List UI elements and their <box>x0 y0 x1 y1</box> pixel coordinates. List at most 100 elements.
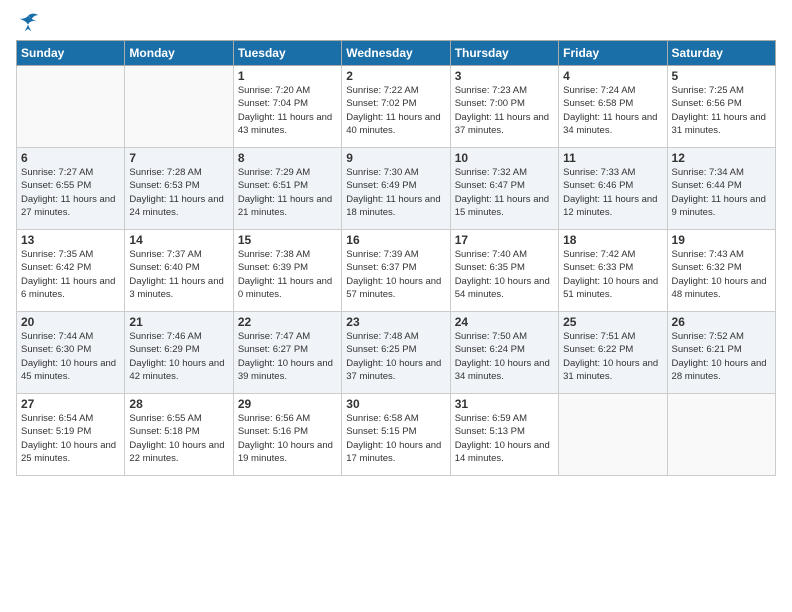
day-info: Sunrise: 7:29 AM Sunset: 6:51 PM Dayligh… <box>238 166 337 219</box>
calendar-cell: 6Sunrise: 7:27 AM Sunset: 6:55 PM Daylig… <box>17 148 125 230</box>
day-info: Sunrise: 7:40 AM Sunset: 6:35 PM Dayligh… <box>455 248 554 301</box>
calendar-cell: 23Sunrise: 7:48 AM Sunset: 6:25 PM Dayli… <box>342 312 450 394</box>
day-number: 23 <box>346 315 445 329</box>
calendar-cell: 13Sunrise: 7:35 AM Sunset: 6:42 PM Dayli… <box>17 230 125 312</box>
calendar-cell: 27Sunrise: 6:54 AM Sunset: 5:19 PM Dayli… <box>17 394 125 476</box>
calendar-cell: 20Sunrise: 7:44 AM Sunset: 6:30 PM Dayli… <box>17 312 125 394</box>
calendar-cell: 16Sunrise: 7:39 AM Sunset: 6:37 PM Dayli… <box>342 230 450 312</box>
calendar-cell: 7Sunrise: 7:28 AM Sunset: 6:53 PM Daylig… <box>125 148 233 230</box>
day-info: Sunrise: 7:23 AM Sunset: 7:00 PM Dayligh… <box>455 84 554 137</box>
day-info: Sunrise: 7:20 AM Sunset: 7:04 PM Dayligh… <box>238 84 337 137</box>
calendar-week-row: 1Sunrise: 7:20 AM Sunset: 7:04 PM Daylig… <box>17 66 776 148</box>
day-info: Sunrise: 7:27 AM Sunset: 6:55 PM Dayligh… <box>21 166 120 219</box>
day-number: 6 <box>21 151 120 165</box>
calendar-cell <box>17 66 125 148</box>
day-number: 26 <box>672 315 771 329</box>
calendar-cell: 3Sunrise: 7:23 AM Sunset: 7:00 PM Daylig… <box>450 66 558 148</box>
page: SundayMondayTuesdayWednesdayThursdayFrid… <box>0 0 792 612</box>
day-number: 1 <box>238 69 337 83</box>
calendar-cell: 24Sunrise: 7:50 AM Sunset: 6:24 PM Dayli… <box>450 312 558 394</box>
day-info: Sunrise: 7:46 AM Sunset: 6:29 PM Dayligh… <box>129 330 228 383</box>
weekday-header: Thursday <box>450 41 558 66</box>
day-info: Sunrise: 7:30 AM Sunset: 6:49 PM Dayligh… <box>346 166 445 219</box>
calendar-week-row: 27Sunrise: 6:54 AM Sunset: 5:19 PM Dayli… <box>17 394 776 476</box>
day-number: 15 <box>238 233 337 247</box>
day-number: 3 <box>455 69 554 83</box>
weekday-header: Wednesday <box>342 41 450 66</box>
weekday-header-row: SundayMondayTuesdayWednesdayThursdayFrid… <box>17 41 776 66</box>
weekday-header: Friday <box>559 41 667 66</box>
day-number: 19 <box>672 233 771 247</box>
day-info: Sunrise: 7:42 AM Sunset: 6:33 PM Dayligh… <box>563 248 662 301</box>
day-info: Sunrise: 7:33 AM Sunset: 6:46 PM Dayligh… <box>563 166 662 219</box>
day-info: Sunrise: 7:35 AM Sunset: 6:42 PM Dayligh… <box>21 248 120 301</box>
calendar-cell: 18Sunrise: 7:42 AM Sunset: 6:33 PM Dayli… <box>559 230 667 312</box>
weekday-header: Sunday <box>17 41 125 66</box>
day-number: 21 <box>129 315 228 329</box>
day-number: 11 <box>563 151 662 165</box>
calendar-cell: 29Sunrise: 6:56 AM Sunset: 5:16 PM Dayli… <box>233 394 341 476</box>
day-info: Sunrise: 6:58 AM Sunset: 5:15 PM Dayligh… <box>346 412 445 465</box>
calendar-cell: 11Sunrise: 7:33 AM Sunset: 6:46 PM Dayli… <box>559 148 667 230</box>
day-number: 25 <box>563 315 662 329</box>
day-number: 10 <box>455 151 554 165</box>
logo <box>16 12 42 32</box>
weekday-header: Tuesday <box>233 41 341 66</box>
calendar-cell <box>667 394 775 476</box>
day-info: Sunrise: 7:24 AM Sunset: 6:58 PM Dayligh… <box>563 84 662 137</box>
calendar-cell: 19Sunrise: 7:43 AM Sunset: 6:32 PM Dayli… <box>667 230 775 312</box>
calendar-cell: 5Sunrise: 7:25 AM Sunset: 6:56 PM Daylig… <box>667 66 775 148</box>
day-info: Sunrise: 6:59 AM Sunset: 5:13 PM Dayligh… <box>455 412 554 465</box>
day-info: Sunrise: 6:56 AM Sunset: 5:16 PM Dayligh… <box>238 412 337 465</box>
day-info: Sunrise: 7:38 AM Sunset: 6:39 PM Dayligh… <box>238 248 337 301</box>
day-info: Sunrise: 7:51 AM Sunset: 6:22 PM Dayligh… <box>563 330 662 383</box>
calendar-cell: 21Sunrise: 7:46 AM Sunset: 6:29 PM Dayli… <box>125 312 233 394</box>
day-info: Sunrise: 7:50 AM Sunset: 6:24 PM Dayligh… <box>455 330 554 383</box>
day-number: 8 <box>238 151 337 165</box>
calendar-cell: 14Sunrise: 7:37 AM Sunset: 6:40 PM Dayli… <box>125 230 233 312</box>
calendar-cell: 25Sunrise: 7:51 AM Sunset: 6:22 PM Dayli… <box>559 312 667 394</box>
day-number: 22 <box>238 315 337 329</box>
logo-bird-icon <box>16 12 40 32</box>
calendar-cell: 30Sunrise: 6:58 AM Sunset: 5:15 PM Dayli… <box>342 394 450 476</box>
day-number: 30 <box>346 397 445 411</box>
calendar-cell: 2Sunrise: 7:22 AM Sunset: 7:02 PM Daylig… <box>342 66 450 148</box>
day-number: 2 <box>346 69 445 83</box>
day-info: Sunrise: 7:25 AM Sunset: 6:56 PM Dayligh… <box>672 84 771 137</box>
day-info: Sunrise: 7:48 AM Sunset: 6:25 PM Dayligh… <box>346 330 445 383</box>
calendar: SundayMondayTuesdayWednesdayThursdayFrid… <box>16 40 776 476</box>
calendar-cell: 12Sunrise: 7:34 AM Sunset: 6:44 PM Dayli… <box>667 148 775 230</box>
calendar-cell: 17Sunrise: 7:40 AM Sunset: 6:35 PM Dayli… <box>450 230 558 312</box>
day-number: 14 <box>129 233 228 247</box>
day-info: Sunrise: 7:32 AM Sunset: 6:47 PM Dayligh… <box>455 166 554 219</box>
calendar-cell: 1Sunrise: 7:20 AM Sunset: 7:04 PM Daylig… <box>233 66 341 148</box>
calendar-cell: 28Sunrise: 6:55 AM Sunset: 5:18 PM Dayli… <box>125 394 233 476</box>
day-info: Sunrise: 7:37 AM Sunset: 6:40 PM Dayligh… <box>129 248 228 301</box>
day-number: 27 <box>21 397 120 411</box>
calendar-week-row: 13Sunrise: 7:35 AM Sunset: 6:42 PM Dayli… <box>17 230 776 312</box>
day-number: 17 <box>455 233 554 247</box>
day-number: 31 <box>455 397 554 411</box>
calendar-cell: 4Sunrise: 7:24 AM Sunset: 6:58 PM Daylig… <box>559 66 667 148</box>
day-number: 28 <box>129 397 228 411</box>
day-number: 12 <box>672 151 771 165</box>
calendar-week-row: 20Sunrise: 7:44 AM Sunset: 6:30 PM Dayli… <box>17 312 776 394</box>
weekday-header: Saturday <box>667 41 775 66</box>
day-number: 18 <box>563 233 662 247</box>
calendar-cell: 26Sunrise: 7:52 AM Sunset: 6:21 PM Dayli… <box>667 312 775 394</box>
day-info: Sunrise: 6:54 AM Sunset: 5:19 PM Dayligh… <box>21 412 120 465</box>
day-info: Sunrise: 7:43 AM Sunset: 6:32 PM Dayligh… <box>672 248 771 301</box>
day-info: Sunrise: 7:39 AM Sunset: 6:37 PM Dayligh… <box>346 248 445 301</box>
calendar-cell: 10Sunrise: 7:32 AM Sunset: 6:47 PM Dayli… <box>450 148 558 230</box>
day-number: 7 <box>129 151 228 165</box>
calendar-week-row: 6Sunrise: 7:27 AM Sunset: 6:55 PM Daylig… <box>17 148 776 230</box>
calendar-cell: 31Sunrise: 6:59 AM Sunset: 5:13 PM Dayli… <box>450 394 558 476</box>
calendar-cell: 9Sunrise: 7:30 AM Sunset: 6:49 PM Daylig… <box>342 148 450 230</box>
calendar-cell: 15Sunrise: 7:38 AM Sunset: 6:39 PM Dayli… <box>233 230 341 312</box>
day-info: Sunrise: 7:44 AM Sunset: 6:30 PM Dayligh… <box>21 330 120 383</box>
day-number: 4 <box>563 69 662 83</box>
calendar-cell <box>125 66 233 148</box>
calendar-cell: 8Sunrise: 7:29 AM Sunset: 6:51 PM Daylig… <box>233 148 341 230</box>
day-info: Sunrise: 7:34 AM Sunset: 6:44 PM Dayligh… <box>672 166 771 219</box>
weekday-header: Monday <box>125 41 233 66</box>
